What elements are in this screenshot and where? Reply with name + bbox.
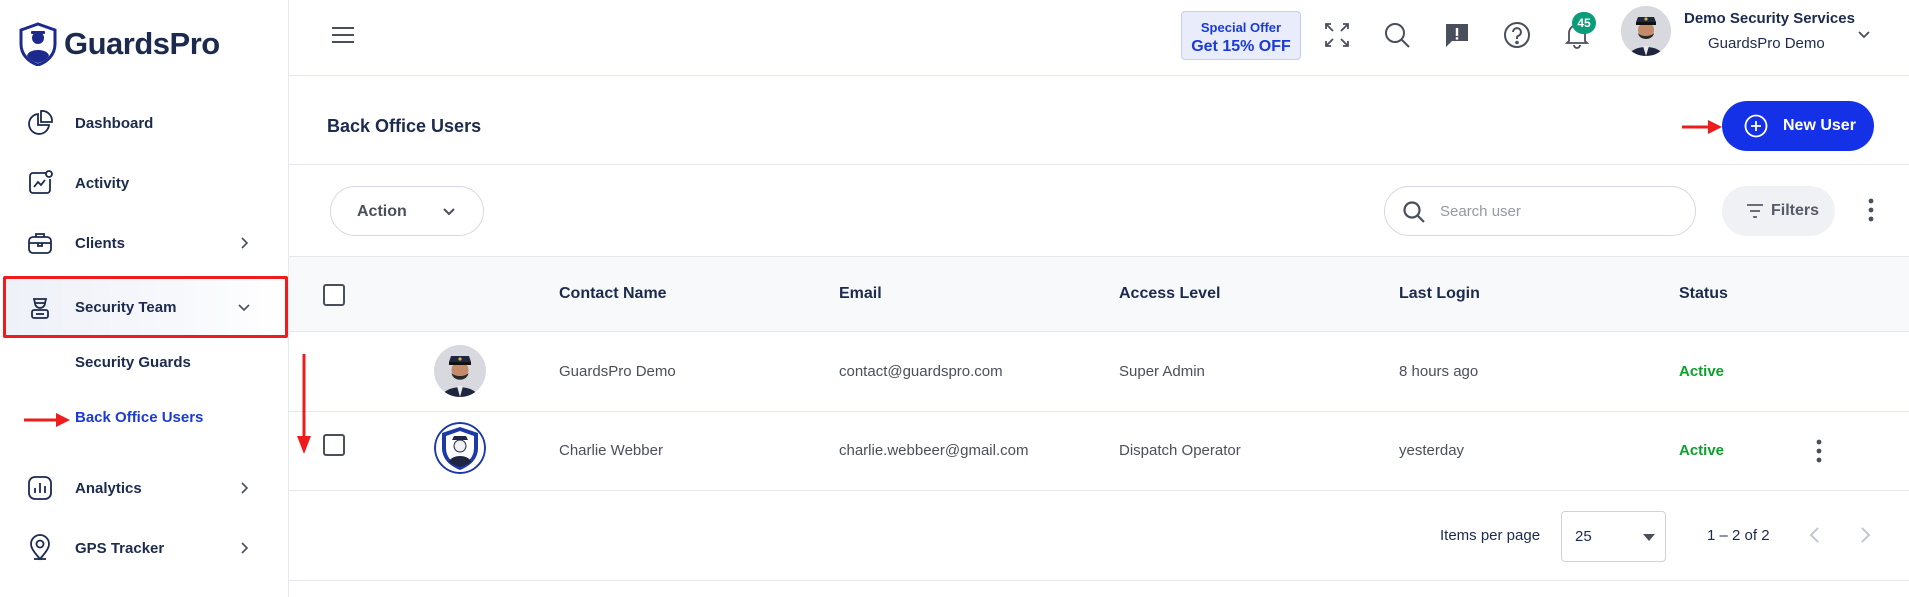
brand-name: GuardsPro — [64, 26, 220, 61]
access-level: Dispatch Operator — [1119, 442, 1241, 459]
items-per-page-select[interactable]: 25 — [1561, 511, 1666, 562]
briefcase-icon — [28, 233, 52, 254]
offer-discount: Get 15% OFF — [1191, 38, 1291, 55]
access-level: Super Admin — [1119, 363, 1205, 380]
sidebar-subitem-security-guards[interactable]: Security Guards — [75, 354, 191, 371]
guard-avatar-icon — [1621, 6, 1671, 56]
sidebar-item-activity[interactable]: Activity — [0, 155, 289, 211]
sidebar-item-analytics[interactable]: Analytics — [0, 460, 289, 516]
sidebar-item-label: GPS Tracker — [75, 539, 165, 557]
new-user-label: New User — [1783, 117, 1856, 134]
analytics-icon — [28, 476, 52, 500]
fullscreen-icon[interactable] — [1322, 20, 1352, 50]
page-title: Back Office Users — [327, 116, 482, 136]
guard-badge-avatar-icon — [434, 422, 486, 474]
column-header-email[interactable]: Email — [839, 285, 882, 303]
top-bar: Special Offer Get 15% OFF 45 Demo Securi… — [289, 0, 1909, 76]
search-icon — [1403, 201, 1425, 223]
guard-avatar-icon — [434, 345, 486, 397]
feedback-icon[interactable] — [1442, 20, 1472, 50]
filters-button[interactable]: Filters — [1722, 186, 1835, 236]
special-offer-button[interactable]: Special Offer Get 15% OFF — [1181, 11, 1301, 60]
divider — [289, 164, 1909, 165]
new-user-button[interactable]: New User — [1722, 101, 1874, 151]
sidebar-item-dashboard[interactable]: Dashboard — [0, 95, 289, 151]
column-header-access-level[interactable]: Access Level — [1119, 285, 1220, 303]
select-all-checkbox[interactable] — [323, 284, 345, 306]
email: contact@guardspro.com — [839, 363, 1003, 380]
sidebar-item-label: Clients — [75, 234, 126, 252]
sidebar-item-clients[interactable]: Clients — [0, 215, 289, 271]
status-badge: Active — [1679, 442, 1725, 459]
chevron-down-icon[interactable] — [1856, 26, 1872, 42]
chevron-right-icon — [241, 482, 249, 494]
action-label: Action — [357, 203, 407, 220]
user-company-name: Demo Security Services — [1684, 10, 1855, 27]
chevron-right-icon — [241, 542, 249, 554]
last-login: yesterday — [1399, 442, 1465, 459]
search-box — [1384, 186, 1696, 236]
next-page-icon[interactable] — [1856, 525, 1874, 545]
sidebar-item-label: Analytics — [75, 479, 142, 497]
guard-icon — [31, 298, 49, 319]
previous-page-icon[interactable] — [1806, 525, 1824, 545]
annotation-arrow-icon — [1682, 120, 1722, 134]
contact-name: Charlie Webber — [559, 442, 663, 459]
dropdown-arrow-icon — [1643, 534, 1655, 541]
shield-logo-icon — [19, 22, 57, 66]
sidebar-item-label: Activity — [75, 174, 130, 192]
filters-label: Filters — [1771, 202, 1820, 219]
notification-badge: 45 — [1572, 12, 1596, 34]
annotation-arrow-icon — [24, 413, 70, 427]
chevron-down-icon — [238, 304, 250, 312]
plus-circle-icon — [1744, 114, 1768, 138]
pagination-range: 1 – 2 of 2 — [1707, 527, 1770, 544]
user-avatar — [434, 422, 486, 474]
user-avatar — [434, 345, 486, 397]
chevron-down-icon — [443, 208, 455, 216]
location-pin-icon — [30, 534, 50, 561]
activity-icon — [29, 170, 53, 194]
column-header-status[interactable]: Status — [1679, 285, 1728, 303]
sidebar: GuardsPro Dashboard Activity Clients Sec… — [0, 0, 289, 597]
sidebar-item-gps-tracker[interactable]: GPS Tracker — [0, 520, 289, 576]
email: charlie.webbeer@gmail.com — [839, 442, 1029, 459]
items-per-page-label: Items per page — [1440, 527, 1541, 544]
row-checkbox[interactable] — [323, 434, 345, 456]
column-header-last-login[interactable]: Last Login — [1399, 285, 1480, 303]
help-icon[interactable] — [1502, 20, 1532, 50]
more-options-icon[interactable] — [1864, 197, 1878, 223]
last-login: 8 hours ago — [1399, 363, 1479, 380]
divider — [289, 580, 1909, 581]
column-header-contact-name[interactable]: Contact Name — [559, 285, 667, 303]
offer-title: Special Offer — [1200, 20, 1282, 35]
row-more-options-icon[interactable] — [1812, 438, 1826, 464]
annotation-arrow-icon — [297, 354, 311, 454]
filter-icon — [1747, 204, 1763, 218]
action-dropdown[interactable]: Action — [330, 186, 484, 236]
items-per-page-value: 25 — [1575, 528, 1592, 545]
table-row[interactable]: GuardsPro Demo contact@guardspro.com Sup… — [289, 333, 1909, 412]
user-avatar[interactable] — [1621, 6, 1671, 56]
brand-logo[interactable]: GuardsPro — [18, 22, 220, 66]
chevron-right-icon — [241, 237, 249, 249]
search-icon[interactable] — [1382, 20, 1412, 50]
pie-chart-icon — [28, 110, 53, 135]
table-header: Contact Name Email Access Level Last Log… — [289, 256, 1909, 332]
sidebar-item-label: Dashboard — [75, 114, 154, 132]
hamburger-menu-icon[interactable] — [331, 25, 355, 45]
status-badge: Active — [1679, 363, 1725, 380]
search-user-input[interactable] — [1440, 199, 1680, 223]
table-row[interactable]: Charlie Webber charlie.webbeer@gmail.com… — [289, 412, 1909, 491]
sidebar-item-label: Security Team — [75, 298, 177, 316]
sidebar-item-security-team[interactable]: Security Team — [0, 279, 289, 335]
contact-name: GuardsPro Demo — [559, 363, 676, 380]
user-org-name: GuardsPro Demo — [1708, 35, 1825, 52]
sidebar-subitem-back-office-users[interactable]: Back Office Users — [75, 409, 203, 426]
